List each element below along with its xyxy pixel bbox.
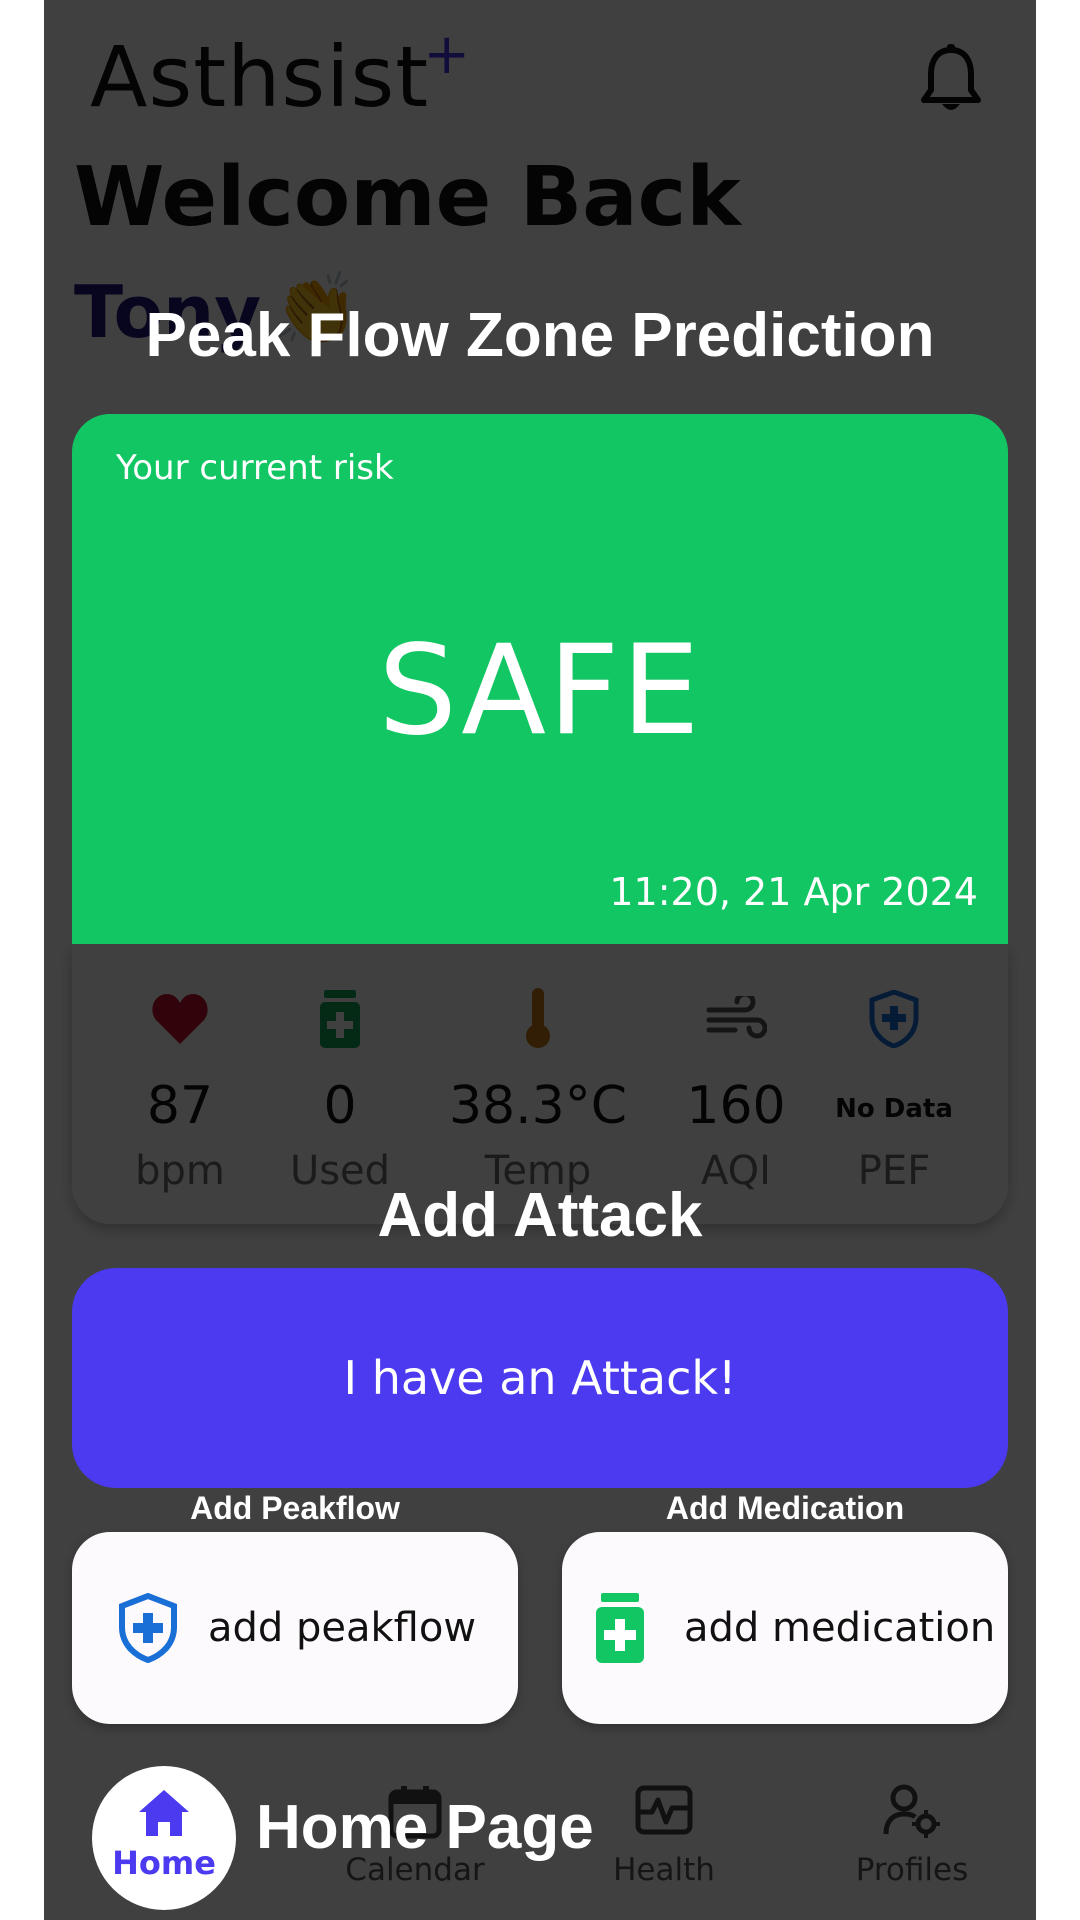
medication-used-stat: 0 Used	[250, 984, 430, 1194]
risk-timestamp: 11:20, 21 Apr 2024	[609, 870, 978, 914]
welcome-heading: Welcome Back	[74, 150, 741, 245]
add-peakflow-label: add peakflow	[208, 1605, 477, 1651]
heart-rate-value: 87	[146, 1076, 214, 1136]
temperature-value: 38.3°C	[448, 1076, 628, 1136]
user-gear-icon	[812, 1784, 1012, 1846]
nav-profiles-label: Profiles	[855, 1852, 969, 1888]
nav-health[interactable]: Health	[564, 1784, 764, 1888]
tutorial-add-medication: Add Medication	[665, 1490, 905, 1526]
nav-profiles[interactable]: Profiles	[812, 1784, 1012, 1888]
app-name: Asthsist	[90, 28, 430, 126]
risk-label: Your current risk	[116, 448, 394, 488]
tutorial-home-page: Home Page	[256, 1793, 594, 1862]
wind-icon	[646, 984, 826, 1054]
app-plus: +	[423, 22, 472, 87]
pef-value: No Data	[835, 1094, 953, 1124]
thermometer-icon	[448, 984, 628, 1054]
temperature-stat: 38.3°C Temp	[448, 984, 628, 1194]
shield-plus-icon	[804, 984, 984, 1054]
app-logo: Asthsist +	[90, 22, 470, 126]
home-icon	[92, 1788, 236, 1844]
risk-card[interactable]: Your current risk SAFE 11:20, 21 Apr 202…	[72, 414, 1008, 944]
notification-bell-icon[interactable]	[918, 44, 984, 116]
medication-icon	[250, 984, 430, 1054]
aqi-stat: 160 AQI	[646, 984, 826, 1194]
heart-rate-stat: 87 bpm	[90, 984, 270, 1194]
tutorial-add-attack: Add Attack	[377, 1181, 703, 1250]
nav-health-label: Health	[613, 1852, 715, 1888]
medication-used-value: 0	[323, 1076, 357, 1136]
add-medication-button[interactable]: add medication	[562, 1532, 1008, 1724]
phone-screen: Asthsist + Welcome Back Tony 👏 Your curre…	[44, 0, 1036, 1920]
nav-home-highlight[interactable]: Home	[92, 1766, 236, 1910]
attack-button[interactable]: I have an Attack!	[72, 1268, 1008, 1488]
tutorial-peak-flow-zone: Peak Flow Zone Prediction	[145, 301, 935, 370]
medication-icon	[594, 1593, 654, 1663]
add-peakflow-button[interactable]: add peakflow	[72, 1532, 518, 1724]
nav-home-highlight-label: Home	[112, 1844, 216, 1882]
tutorial-add-peakflow: Add Peakflow	[190, 1490, 400, 1526]
pulse-icon	[564, 1784, 764, 1846]
shield-plus-icon	[118, 1592, 178, 1664]
aqi-value: 160	[686, 1076, 786, 1136]
risk-value: SAFE	[378, 619, 702, 763]
pef-stat: No Data PEF	[804, 984, 984, 1194]
heart-icon	[90, 984, 270, 1054]
add-medication-label: add medication	[684, 1605, 996, 1651]
